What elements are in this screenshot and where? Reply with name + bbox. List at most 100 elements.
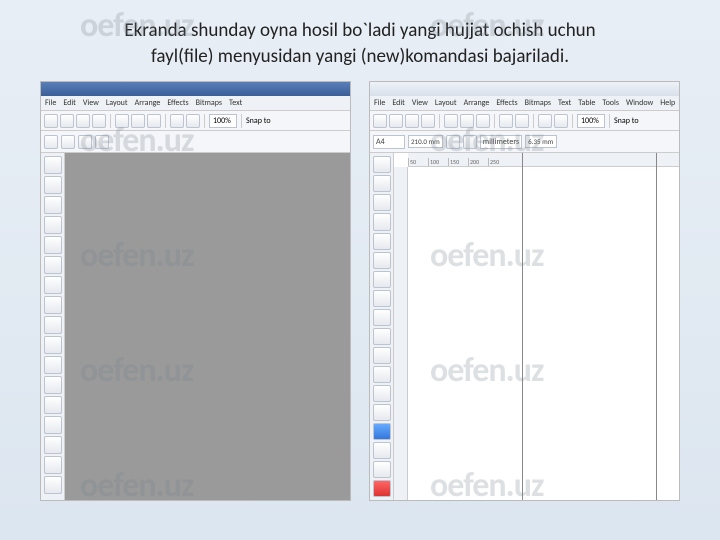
outline-tool[interactable]	[373, 461, 391, 478]
prop-button[interactable]	[78, 135, 92, 149]
rectangle-tool[interactable]	[44, 276, 62, 294]
menu-item[interactable]: File	[45, 98, 56, 108]
guide-line[interactable]	[522, 153, 523, 500]
menu-item[interactable]: Effects	[496, 98, 517, 108]
freehand-tool[interactable]	[44, 236, 62, 254]
prop-button[interactable]	[95, 135, 109, 149]
new-button[interactable]	[373, 114, 387, 128]
menu-item[interactable]: Layout	[435, 98, 457, 108]
portrait-button[interactable]	[446, 135, 460, 149]
menu-item[interactable]: Table	[578, 98, 595, 108]
ellipse-tool[interactable]	[44, 296, 62, 314]
menu-item[interactable]: Bitmaps	[525, 98, 551, 108]
interactive-tool[interactable]	[373, 423, 391, 440]
zoom-field[interactable]: 100%	[577, 114, 605, 128]
menu-item[interactable]: Text	[558, 98, 571, 108]
smart-fill-tool[interactable]	[44, 256, 62, 274]
smart-fill-tool[interactable]	[373, 252, 391, 269]
separator	[494, 114, 495, 128]
table-tool[interactable]	[373, 366, 391, 383]
shape-tool[interactable]	[373, 175, 391, 192]
menu-item[interactable]: Bitmaps	[196, 98, 222, 108]
open-button[interactable]	[60, 114, 74, 128]
menu-item[interactable]: Layout	[106, 98, 128, 108]
rectangle-tool[interactable]	[373, 271, 391, 288]
polygon-tool[interactable]	[44, 316, 62, 334]
snap-label[interactable]: Snap to	[246, 116, 271, 126]
save-button[interactable]	[76, 114, 90, 128]
basic-shapes-tool[interactable]	[373, 328, 391, 345]
separator	[609, 114, 610, 128]
connector-tool[interactable]	[373, 404, 391, 421]
menu-item[interactable]: Tools	[602, 98, 619, 108]
nudge-x-field[interactable]: 6.35 mm	[525, 135, 557, 148]
undo-button[interactable]	[499, 114, 513, 128]
fill-tool[interactable]	[44, 476, 62, 494]
zoom-tool[interactable]	[373, 213, 391, 230]
new-button[interactable]	[44, 114, 58, 128]
shape-tool[interactable]	[44, 176, 62, 194]
snap-label[interactable]: Snap to	[614, 116, 639, 126]
pick-tool[interactable]	[44, 156, 62, 174]
save-button[interactable]	[405, 114, 419, 128]
text-tool[interactable]	[373, 347, 391, 364]
property-bar: A4 210.0 mm millimeters 6.35 mm	[370, 131, 679, 153]
eyedropper-tool[interactable]	[373, 442, 391, 459]
fill-tool[interactable]	[373, 480, 391, 497]
property-bar	[41, 131, 350, 153]
interactive-tool[interactable]	[44, 416, 62, 434]
eyedropper-tool[interactable]	[44, 436, 62, 454]
titlebar	[370, 82, 679, 96]
menu-item[interactable]: File	[374, 98, 385, 108]
zoom-tool[interactable]	[44, 216, 62, 234]
units-field[interactable]: millimeters	[480, 135, 522, 149]
separator	[572, 114, 573, 128]
menu-item[interactable]: Help	[660, 98, 675, 108]
standard-toolbar: 100% Snap to	[370, 111, 679, 131]
menu-item[interactable]: Effects	[167, 98, 188, 108]
document-canvas[interactable]: 50 100 150 200 250	[394, 153, 679, 500]
copy-button[interactable]	[131, 114, 145, 128]
pick-tool[interactable]	[373, 156, 391, 173]
zoom-field[interactable]: 100%	[209, 114, 237, 128]
redo-button[interactable]	[186, 114, 200, 128]
redo-button[interactable]	[515, 114, 529, 128]
menu-item[interactable]: Window	[626, 98, 653, 108]
ellipse-tool[interactable]	[373, 290, 391, 307]
menu-item[interactable]: View	[83, 98, 99, 108]
print-button[interactable]	[92, 114, 106, 128]
outline-tool[interactable]	[44, 456, 62, 474]
open-button[interactable]	[389, 114, 403, 128]
menu-item[interactable]: Text	[229, 98, 242, 108]
menu-item[interactable]: Arrange	[135, 98, 161, 108]
dimension-tool[interactable]	[44, 376, 62, 394]
paste-button[interactable]	[476, 114, 490, 128]
text-tool[interactable]	[44, 336, 62, 354]
polygon-tool[interactable]	[373, 309, 391, 326]
menu-item[interactable]: Arrange	[464, 98, 490, 108]
print-button[interactable]	[421, 114, 435, 128]
import-button[interactable]	[538, 114, 552, 128]
page-width-field[interactable]: 210.0 mm	[408, 135, 443, 148]
cut-button[interactable]	[444, 114, 458, 128]
menu-item[interactable]: View	[412, 98, 428, 108]
menubar: File Edit View Layout Arrange Effects Bi…	[370, 96, 679, 111]
crop-tool[interactable]	[373, 194, 391, 211]
screenshot-empty-app: File Edit View Layout Arrange Effects Bi…	[40, 81, 351, 501]
menu-item[interactable]: Edit	[392, 98, 405, 108]
prop-button[interactable]	[44, 135, 58, 149]
menu-item[interactable]: Edit	[63, 98, 76, 108]
undo-button[interactable]	[170, 114, 184, 128]
export-button[interactable]	[554, 114, 568, 128]
freehand-tool[interactable]	[373, 233, 391, 250]
cut-button[interactable]	[115, 114, 129, 128]
table-tool[interactable]	[44, 356, 62, 374]
paper-size-field[interactable]: A4	[373, 135, 405, 149]
prop-button[interactable]	[61, 135, 75, 149]
connector-tool[interactable]	[44, 396, 62, 414]
crop-tool[interactable]	[44, 196, 62, 214]
landscape-button[interactable]	[463, 135, 477, 149]
paste-button[interactable]	[147, 114, 161, 128]
copy-button[interactable]	[460, 114, 474, 128]
dimension-tool[interactable]	[373, 385, 391, 402]
